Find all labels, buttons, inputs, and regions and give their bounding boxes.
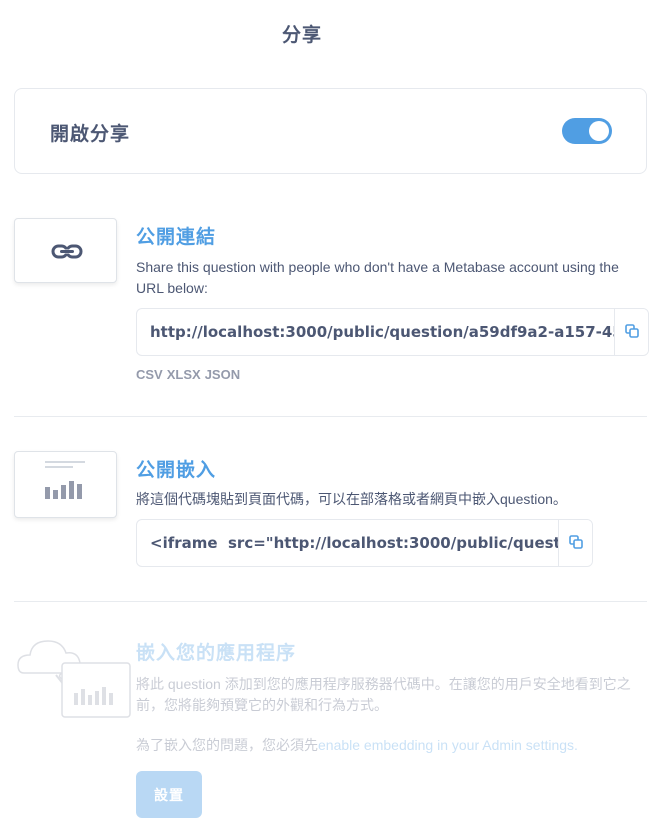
copy-link-button[interactable] bbox=[614, 309, 648, 355]
public-embed-illustration bbox=[14, 451, 117, 518]
format-xlsx-link[interactable]: XLSX bbox=[167, 367, 201, 382]
divider bbox=[14, 416, 647, 417]
sharing-toggle-label: 開啟分享 bbox=[50, 124, 131, 145]
public-link-illustration bbox=[14, 218, 117, 283]
app-embed-illustration bbox=[17, 640, 131, 718]
embed-chart-icon bbox=[45, 461, 85, 499]
format-csv-link[interactable]: CSV bbox=[136, 367, 163, 382]
app-embed-description: 將此 question 添加到您的應用程序服務器代碼中。在讓您的用戶安全地看到它… bbox=[136, 676, 631, 713]
public-link-field[interactable]: http://localhost:3000/public/question/a5… bbox=[136, 308, 649, 356]
copy-embed-button[interactable] bbox=[558, 520, 592, 566]
public-link-url[interactable]: http://localhost:3000/public/question/a5… bbox=[150, 323, 648, 341]
sharing-toggle-card: 開啟分享 bbox=[14, 88, 647, 174]
copy-icon bbox=[625, 324, 639, 338]
public-link-title: 公開連結 bbox=[136, 227, 217, 248]
format-json-link[interactable]: JSON bbox=[205, 367, 240, 382]
copy-icon bbox=[569, 535, 583, 549]
toggle-knob bbox=[589, 121, 609, 141]
public-link-description: Share this question with people who don'… bbox=[136, 259, 619, 296]
app-embed-notice-text: 為了嵌入您的問題，您必須先 bbox=[136, 737, 318, 753]
public-embed-code[interactable]: <iframe src="http://localhost:3000/publi… bbox=[150, 534, 592, 552]
public-embed-description: 將這個代碼塊貼到頁面代碼，可以在部落格或者網頁中嵌入question。 bbox=[136, 491, 567, 507]
download-formats: CSV XLSX JSON bbox=[136, 367, 244, 382]
page-title: 分享 bbox=[281, 25, 322, 46]
link-icon bbox=[51, 244, 83, 259]
app-embed-notice: 為了嵌入您的問題，您必須先enable embedding in your Ad… bbox=[136, 735, 641, 756]
public-embed-field[interactable]: <iframe src="http://localhost:3000/publi… bbox=[136, 519, 593, 567]
admin-settings-link[interactable]: enable embedding in your Admin settings. bbox=[318, 737, 578, 753]
setup-button[interactable]: 設置 bbox=[136, 771, 202, 818]
public-embed-title: 公開嵌入 bbox=[136, 460, 217, 481]
app-embed-title: 嵌入您的應用程序 bbox=[136, 643, 297, 664]
sharing-toggle[interactable] bbox=[562, 118, 612, 144]
divider bbox=[14, 601, 647, 602]
